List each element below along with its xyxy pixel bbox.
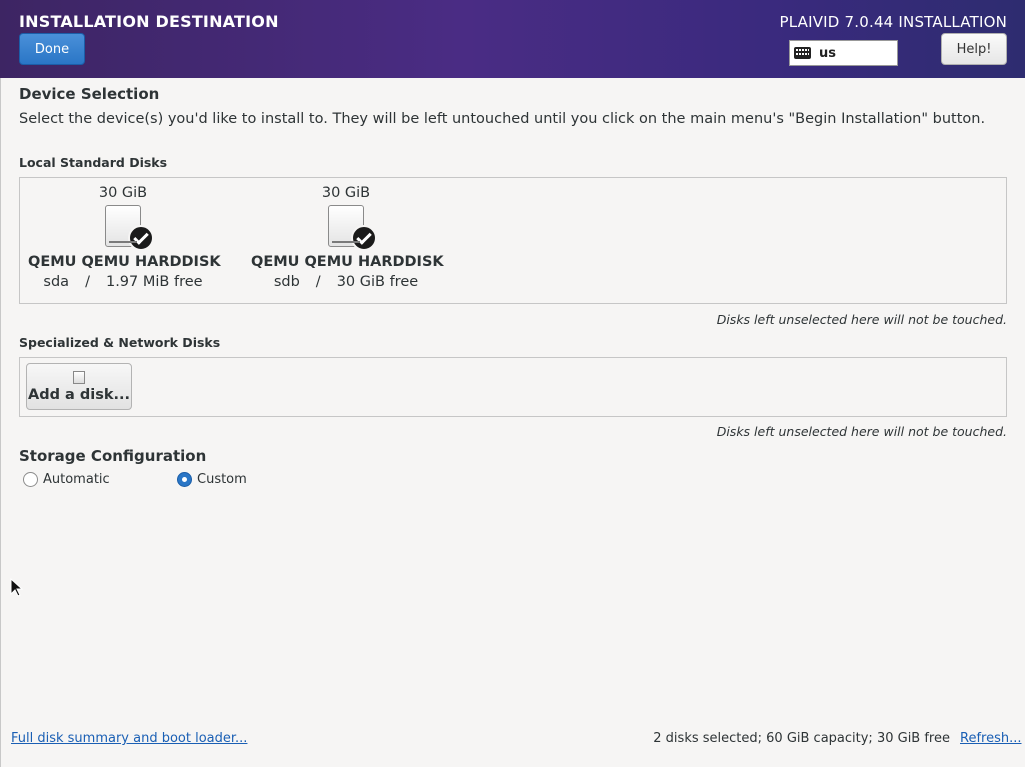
network-disks-title: Specialized & Network Disks bbox=[19, 335, 221, 350]
radio-label: Automatic bbox=[43, 472, 110, 487]
hard-disk-icon bbox=[105, 205, 154, 251]
network-disks-panel: Add a disk... bbox=[19, 357, 1007, 417]
mouse-pointer-icon bbox=[10, 578, 24, 597]
disk-model: QEMU QEMU HARDDISK bbox=[28, 254, 221, 270]
window-edge bbox=[0, 78, 1, 767]
checkmark-icon bbox=[128, 225, 154, 251]
disk-size: 30 GiB bbox=[321, 185, 371, 201]
storage-config-title: Storage Configuration bbox=[19, 447, 207, 465]
keyboard-layout-label: us bbox=[819, 45, 836, 61]
disk-device: sdb bbox=[273, 274, 300, 290]
disk-size: 30 GiB bbox=[98, 185, 148, 201]
radio-custom[interactable]: Custom bbox=[177, 472, 247, 487]
radio-button[interactable] bbox=[23, 472, 38, 487]
disk-icon bbox=[73, 370, 85, 384]
disk-tile-sdb[interactable]: 30 GiB QEMU QEMU HARDDISK sdb / 30 GiB f… bbox=[251, 185, 444, 290]
page-title: INSTALLATION DESTINATION bbox=[19, 12, 279, 31]
disk-device: sda bbox=[43, 274, 70, 290]
refresh-link[interactable]: Refresh... bbox=[960, 731, 1022, 746]
local-disks-hint: Disks left unselected here will not be t… bbox=[716, 312, 1007, 327]
disk-separator: / bbox=[85, 274, 90, 290]
header-bar: INSTALLATION DESTINATION Done PLAIVID 7.… bbox=[0, 0, 1025, 78]
radio-automatic[interactable]: Automatic bbox=[23, 472, 110, 487]
disk-model: QEMU QEMU HARDDISK bbox=[251, 254, 444, 270]
disk-free: 30 GiB free bbox=[336, 274, 419, 290]
local-disks-panel: 30 GiB QEMU QEMU HARDDISK sda / 1.97 MiB… bbox=[19, 177, 1007, 304]
add-disk-label: Add a disk... bbox=[27, 386, 130, 403]
network-disks-hint: Disks left unselected here will not be t… bbox=[716, 424, 1007, 439]
disk-tile-sda[interactable]: 30 GiB QEMU QEMU HARDDISK sda / 1.97 MiB… bbox=[28, 185, 221, 290]
hard-disk-icon bbox=[328, 205, 377, 251]
disk-separator: / bbox=[315, 274, 321, 290]
add-disk-button[interactable]: Add a disk... bbox=[26, 363, 132, 410]
done-button[interactable]: Done bbox=[19, 33, 85, 65]
checkmark-icon bbox=[351, 225, 377, 251]
radio-button-selected[interactable] bbox=[177, 472, 192, 487]
local-disks-title: Local Standard Disks bbox=[19, 155, 168, 170]
disk-free: 1.97 MiB free bbox=[105, 274, 203, 290]
device-selection-title: Device Selection bbox=[19, 85, 160, 103]
selection-summary: 2 disks selected; 60 GiB capacity; 30 Gi… bbox=[653, 731, 950, 746]
device-selection-intro: Select the device(s) you'd like to insta… bbox=[19, 111, 986, 127]
keyboard-layout-indicator[interactable]: us bbox=[789, 40, 898, 66]
disk-summary-link[interactable]: Full disk summary and boot loader... bbox=[11, 731, 247, 746]
product-title: PLAIVID 7.0.44 INSTALLATION bbox=[779, 13, 1007, 31]
radio-label: Custom bbox=[197, 472, 247, 487]
keyboard-icon bbox=[794, 47, 811, 59]
help-button[interactable]: Help! bbox=[941, 33, 1007, 65]
